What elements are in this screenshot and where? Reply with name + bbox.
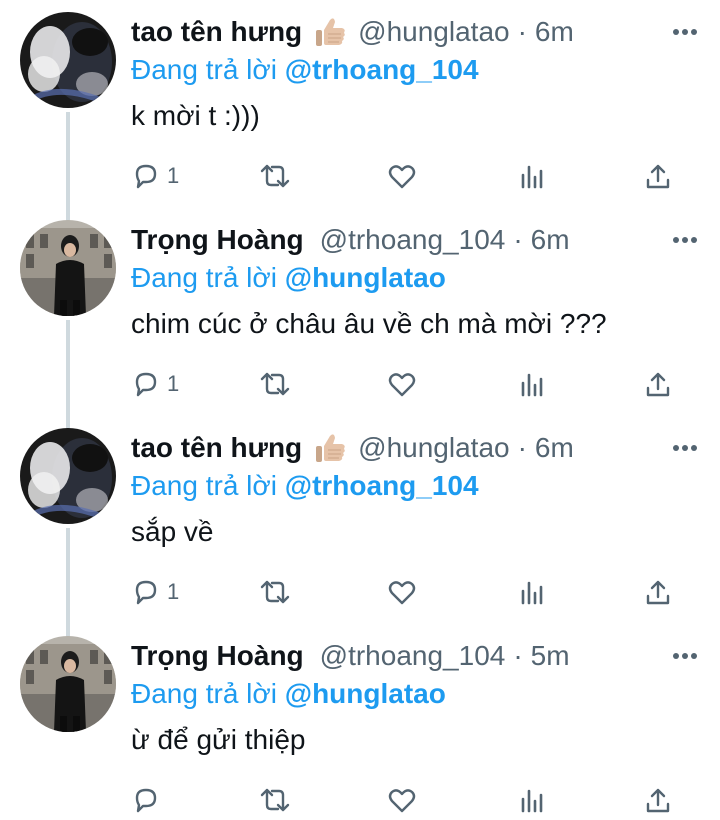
views-button[interactable] xyxy=(517,364,547,404)
replying-to-mention[interactable]: @hunglatao xyxy=(285,678,446,709)
like-button[interactable] xyxy=(387,780,417,820)
user-handle[interactable]: @hunglatao xyxy=(358,16,509,48)
replying-to: Đang trả lời @trhoang_104 xyxy=(131,470,479,502)
user-handle[interactable]: @hunglatao xyxy=(358,432,509,464)
reply-count: 1 xyxy=(167,163,180,188)
tweet-text: k mời t :))) xyxy=(131,100,260,131)
analytics-icon xyxy=(521,165,543,189)
tweet-header: tao tên hưng @hunglatao · 6m xyxy=(131,14,700,50)
replying-to-label: Đang trả lời xyxy=(131,470,277,501)
share-icon xyxy=(646,580,670,605)
share-button[interactable] xyxy=(643,780,673,820)
more-horizontal-icon[interactable] xyxy=(670,430,700,466)
like-button[interactable] xyxy=(387,572,417,612)
timestamp[interactable]: 6m xyxy=(535,432,574,464)
share-icon xyxy=(646,164,670,189)
thumbs-up-emoji xyxy=(312,430,348,466)
thumbs-up-emoji xyxy=(312,14,348,50)
share-icon xyxy=(646,788,670,813)
display-name[interactable]: Trọng Hoàng xyxy=(131,640,304,672)
tweet[interactable]: Trọng Hoàng @trhoang_104 · 5m Đang trả l… xyxy=(0,624,720,820)
views-button[interactable] xyxy=(517,156,547,196)
replying-to: Đang trả lời @hunglatao xyxy=(131,262,446,294)
reply-button[interactable]: 1 xyxy=(131,364,179,404)
reply-icon xyxy=(135,164,157,189)
share-button[interactable] xyxy=(643,156,673,196)
tweet-text: ừ để gửi thiệp xyxy=(131,724,306,755)
retweet-button[interactable] xyxy=(259,156,291,196)
like-button[interactable] xyxy=(387,364,417,404)
display-name[interactable]: Trọng Hoàng xyxy=(131,224,304,256)
share-button[interactable] xyxy=(643,572,673,612)
avatar[interactable] xyxy=(20,636,116,732)
tweet-header: Trọng Hoàng @trhoang_104 · 6m xyxy=(131,222,700,258)
views-button[interactable] xyxy=(517,572,547,612)
reply-count: 1 xyxy=(167,579,180,604)
tweet-text: chim cúc ở châu âu về ch mà mời ??? xyxy=(131,308,607,339)
avatar[interactable] xyxy=(20,428,116,524)
more-horizontal-icon[interactable] xyxy=(670,14,700,50)
retweet-icon xyxy=(260,788,290,812)
reply-button[interactable]: 1 xyxy=(131,572,179,612)
reply-icon xyxy=(135,788,157,813)
views-button[interactable] xyxy=(517,780,547,820)
replying-to-label: Đang trả lời xyxy=(131,678,277,709)
tweet[interactable]: tao tên hưng @hunglatao · 6m Đang trả lờ… xyxy=(0,0,720,208)
tweet[interactable]: Trọng Hoàng @trhoang_104 · 6m Đang trả l… xyxy=(0,208,720,416)
reply-button[interactable]: 1 xyxy=(131,156,179,196)
analytics-icon xyxy=(521,789,543,813)
tweet-actions: 1 xyxy=(131,156,681,196)
tweet-actions: 1 xyxy=(131,572,681,612)
retweet-button[interactable] xyxy=(259,364,291,404)
replying-to-mention[interactable]: @hunglatao xyxy=(285,262,446,293)
timestamp[interactable]: 6m xyxy=(535,16,574,48)
heart-icon xyxy=(388,789,416,813)
replying-to-label: Đang trả lời xyxy=(131,262,277,293)
tweet-actions: 1 xyxy=(131,364,681,404)
tweet-actions xyxy=(131,780,681,820)
share-button[interactable] xyxy=(643,364,673,404)
heart-icon xyxy=(388,373,416,397)
reply-count: 1 xyxy=(167,371,180,396)
timestamp[interactable]: 6m xyxy=(531,224,570,256)
separator-dot: · xyxy=(517,432,527,463)
user-handle[interactable]: @trhoang_104 xyxy=(320,640,506,672)
separator-dot: · xyxy=(517,16,527,47)
like-button[interactable] xyxy=(387,156,417,196)
analytics-icon xyxy=(521,581,543,605)
separator-dot: · xyxy=(513,224,523,255)
reply-button[interactable] xyxy=(131,780,167,820)
tweet-header: tao tên hưng @hunglatao · 6m xyxy=(131,430,700,466)
separator-dot: · xyxy=(513,640,523,671)
reply-icon xyxy=(135,580,157,605)
replying-to: Đang trả lời @trhoang_104 xyxy=(131,54,479,86)
reply-icon xyxy=(135,372,157,397)
avatar[interactable] xyxy=(20,220,116,316)
user-handle[interactable]: @trhoang_104 xyxy=(320,224,506,256)
replying-to-label: Đang trả lời xyxy=(131,54,277,85)
replying-to-mention[interactable]: @trhoang_104 xyxy=(285,470,479,501)
heart-icon xyxy=(388,165,416,189)
heart-icon xyxy=(388,581,416,605)
timestamp[interactable]: 5m xyxy=(531,640,570,672)
retweet-icon xyxy=(260,372,290,396)
replying-to-mention[interactable]: @trhoang_104 xyxy=(285,54,479,85)
display-name[interactable]: tao tên hưng xyxy=(131,16,302,48)
retweet-button[interactable] xyxy=(259,780,291,820)
retweet-icon xyxy=(260,164,290,188)
retweet-button[interactable] xyxy=(259,572,291,612)
avatar[interactable] xyxy=(20,12,116,108)
replying-to: Đang trả lời @hunglatao xyxy=(131,678,446,710)
tweet[interactable]: tao tên hưng @hunglatao · 6m Đang trả lờ… xyxy=(0,416,720,624)
more-horizontal-icon[interactable] xyxy=(670,638,700,674)
tweet-text: sắp về xyxy=(131,516,214,547)
retweet-icon xyxy=(260,580,290,604)
display-name[interactable]: tao tên hưng xyxy=(131,432,302,464)
tweet-header: Trọng Hoàng @trhoang_104 · 5m xyxy=(131,638,700,674)
share-icon xyxy=(646,372,670,397)
analytics-icon xyxy=(521,373,543,397)
more-horizontal-icon[interactable] xyxy=(670,222,700,258)
